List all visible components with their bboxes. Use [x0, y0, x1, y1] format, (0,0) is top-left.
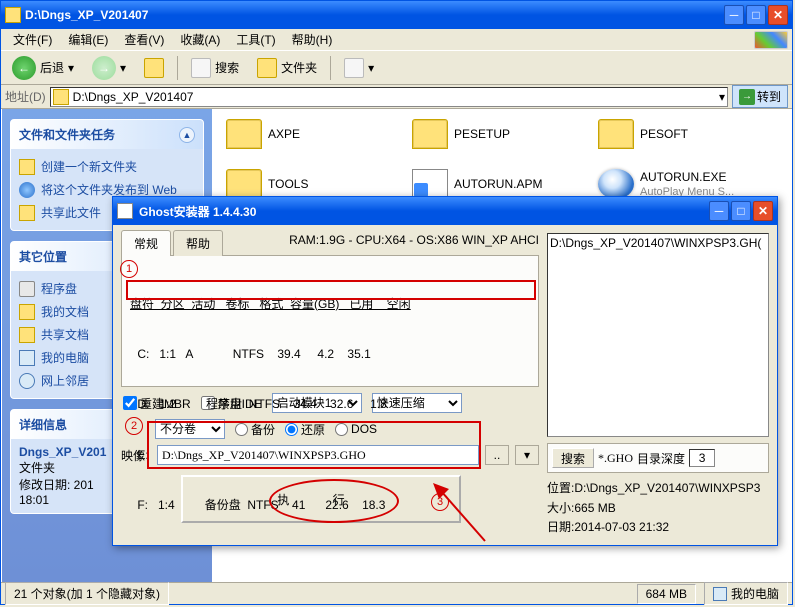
address-input[interactable]: D:\Dngs_XP_V201407 ▾ — [50, 87, 728, 107]
table-row[interactable]: C: 1:1 A NTFS 39.4 4.2 35.1 — [130, 346, 530, 363]
views-button[interactable]: ▾ — [337, 53, 381, 83]
menu-help[interactable]: 帮助(H) — [284, 29, 341, 50]
addressbar: 地址(D) D:\Dngs_XP_V201407 ▾ → 转到 — [1, 85, 792, 109]
menu-fav[interactable]: 收藏(A) — [172, 29, 228, 50]
table-header: 盘符 分区 活动 卷标 格式 容量(GB) 已用 空闲 — [130, 296, 530, 313]
back-arrow-icon: ← — [12, 56, 36, 80]
tab-general[interactable]: 常规 — [121, 230, 171, 256]
result-info: 位置:D:\Dngs_XP_V201407\WINXPSP3 大小:665 MB… — [547, 479, 769, 537]
minimize-button[interactable]: ─ — [724, 5, 744, 25]
windows-flag-icon — [754, 31, 788, 49]
go-button[interactable]: → 转到 — [732, 85, 788, 108]
annotation-circle-2: 2 — [125, 417, 143, 435]
menu-edit[interactable]: 编辑(E) — [60, 29, 116, 50]
folder-tools[interactable]: TOOLS — [226, 169, 386, 199]
disk-table: 盘符 分区 活动 卷标 格式 容量(GB) 已用 空闲 C: 1:1 A NTF… — [121, 255, 539, 387]
radio-backup[interactable]: 备份 — [235, 421, 275, 438]
folder-icon — [19, 304, 35, 320]
folder-icon — [5, 7, 21, 23]
folder-icon — [412, 119, 448, 149]
computer-icon — [19, 350, 35, 366]
task-new-folder[interactable]: 创建一个新文件夹 — [19, 155, 195, 178]
folder-icon — [226, 169, 262, 199]
ghost-dialog: Ghost安装器 1.4.4.30 ─ □ ✕ 常规 帮助 RAM:1.9G -… — [112, 196, 778, 546]
folder-icon — [598, 119, 634, 149]
chevron-down-icon[interactable]: ▾ — [719, 90, 725, 104]
menubar: 文件(F) 编辑(E) 查看(V) 收藏(A) 工具(T) 帮助(H) — [1, 29, 792, 51]
forward-arrow-icon: → — [92, 56, 116, 80]
back-button[interactable]: ← 后退 ▾ — [5, 51, 81, 85]
ghost-search-button[interactable]: 搜索 — [552, 448, 594, 468]
menu-view[interactable]: 查看(V) — [116, 29, 172, 50]
search-icon — [191, 58, 211, 78]
up-folder-icon — [144, 58, 164, 78]
drive-icon — [19, 281, 35, 297]
browse-button[interactable]: .. — [485, 445, 509, 465]
radio-dos[interactable]: DOS — [335, 422, 377, 436]
menu-tools[interactable]: 工具(T) — [228, 29, 283, 50]
file-autorun-apm[interactable]: AUTORUN.APM — [412, 169, 572, 199]
exe-icon — [598, 169, 634, 199]
explorer-titlebar[interactable]: D:\Dngs_XP_V201407 ─ □ ✕ — [1, 1, 792, 29]
globe-icon — [19, 182, 35, 198]
tasks-header[interactable]: 文件和文件夹任务▲ — [11, 120, 203, 149]
up-button[interactable] — [137, 53, 171, 83]
forward-button[interactable]: →▾ — [85, 51, 133, 85]
close-button[interactable]: ✕ — [768, 5, 788, 25]
status-size: 684 MB — [637, 584, 696, 604]
folders-icon — [257, 58, 277, 78]
new-folder-icon — [19, 159, 35, 175]
ghost-minimize-button[interactable]: ─ — [709, 201, 729, 221]
toolbar: ← 后退 ▾ →▾ 搜索 文件夹 ▾ — [1, 51, 792, 85]
folder-pesetup[interactable]: PESETUP — [412, 119, 572, 149]
folder-pesoft[interactable]: PESOFT — [598, 119, 758, 149]
maximize-button[interactable]: □ — [746, 5, 766, 25]
folder-icon — [53, 89, 69, 105]
views-icon — [344, 58, 364, 78]
folder-icon — [19, 327, 35, 343]
folder-axpe[interactable]: AXPE — [226, 119, 386, 149]
go-arrow-icon: → — [739, 89, 755, 105]
image-path-input[interactable] — [157, 445, 479, 465]
address-label: 地址(D) — [5, 88, 46, 105]
chevron-down-icon: ▾ — [68, 61, 74, 75]
search-result-list[interactable]: D:\Dngs_XP_V201407\WINXPSP3.GH( — [547, 233, 769, 437]
image-label: 映像 — [121, 447, 151, 464]
ghost-close-button[interactable]: ✕ — [753, 201, 773, 221]
tab-help[interactable]: 帮助 — [173, 230, 223, 256]
table-row[interactable]: F: 1:4 备份盘 NTFS 41 22.6 18.3 — [130, 497, 530, 514]
computer-icon — [713, 587, 727, 601]
collapse-icon: ▲ — [179, 127, 195, 143]
file-icon — [412, 169, 448, 199]
search-button[interactable]: 搜索 — [184, 53, 246, 83]
ghost-maximize-button[interactable]: □ — [731, 201, 751, 221]
network-icon — [19, 373, 35, 389]
dropdown-button[interactable]: ▾ — [515, 445, 539, 465]
depth-input[interactable] — [689, 449, 715, 467]
radio-restore[interactable]: 还原 — [285, 421, 325, 438]
menu-file[interactable]: 文件(F) — [5, 29, 60, 50]
window-title: D:\Dngs_XP_V201407 — [25, 8, 724, 22]
app-icon — [117, 203, 133, 219]
ghost-title: Ghost安装器 1.4.4.30 — [139, 203, 709, 220]
address-value: D:\Dngs_XP_V201407 — [73, 90, 194, 104]
depth-label: 目录深度 — [637, 450, 685, 467]
select-split[interactable]: 不分卷 — [155, 419, 225, 439]
back-label: 后退 — [40, 59, 64, 76]
table-row[interactable]: D: 1:2 程序盘 NTFS 34.4 32.6 1.8 — [130, 396, 530, 413]
folders-button[interactable]: 文件夹 — [250, 53, 324, 83]
search-ext-label: *.GHO — [598, 451, 633, 466]
status-count: 21 个对象(加 1 个隐藏对象) — [5, 582, 169, 605]
statusbar: 21 个对象(加 1 个隐藏对象) 684 MB 我的电脑 — [1, 582, 792, 604]
file-autorun-exe[interactable]: AUTORUN.EXEAutoPlay Menu S... — [598, 169, 758, 199]
share-folder-icon — [19, 205, 35, 221]
ghost-titlebar[interactable]: Ghost安装器 1.4.4.30 ─ □ ✕ — [113, 197, 777, 225]
status-location: 我的电脑 — [704, 582, 788, 605]
folder-icon — [226, 119, 262, 149]
